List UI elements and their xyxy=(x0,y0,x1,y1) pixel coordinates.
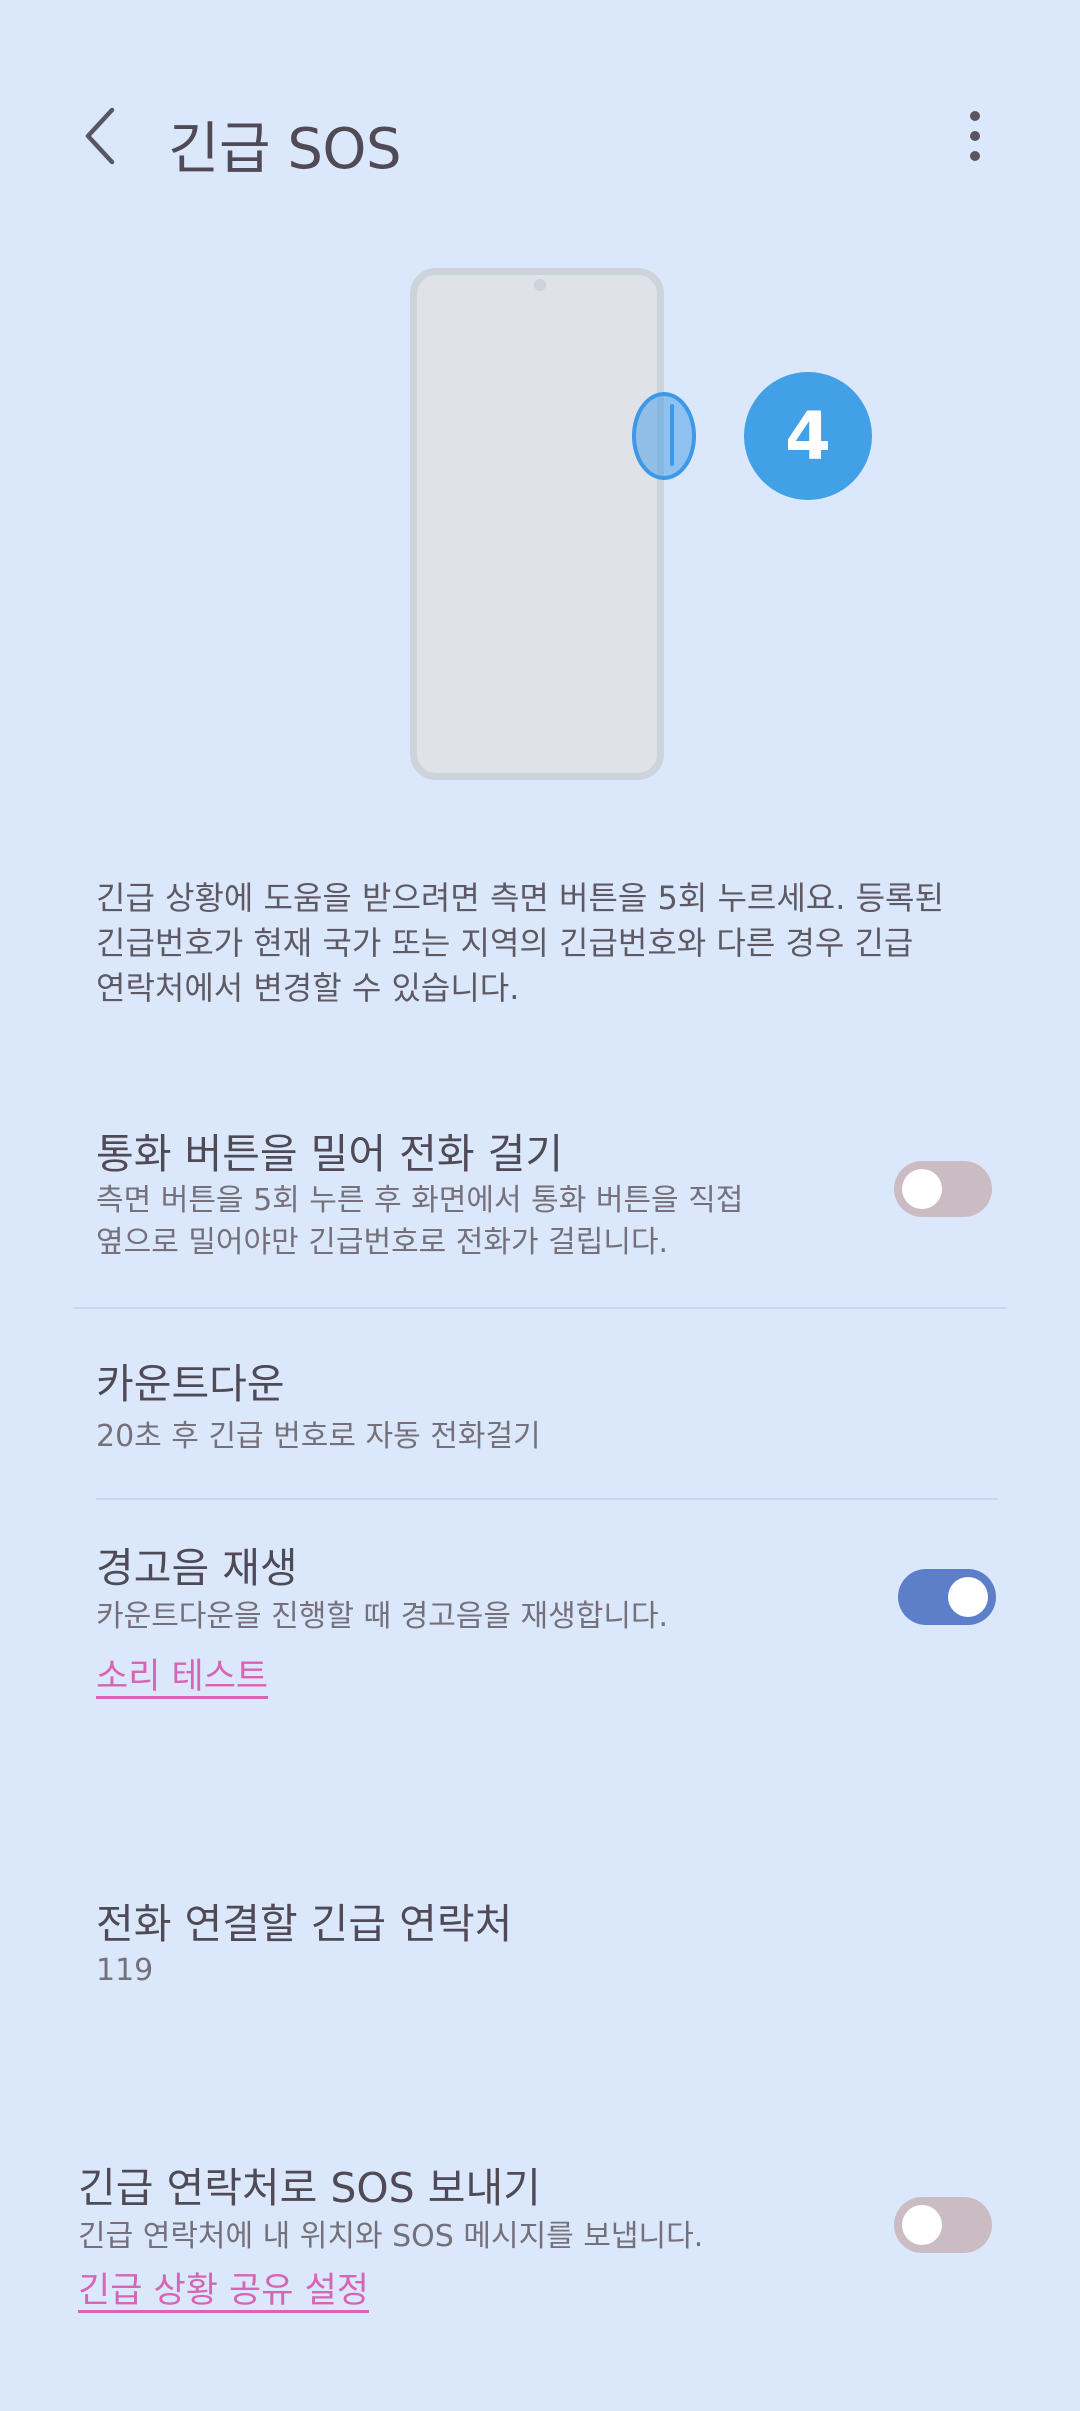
countdown-subtitle: 20초 후 긴급 번호로 자동 전화걸기 xyxy=(96,1419,541,1454)
back-button[interactable] xyxy=(70,98,130,174)
send-sos-subtitle: 긴급 연락처에 내 위치와 SOS 메시지를 보냅니다. xyxy=(78,2219,704,2254)
countdown-setting[interactable]: 카운트다운 20초 후 긴급 번호로 자동 전화걸기 xyxy=(0,1340,1080,1470)
alarm-sound-toggle[interactable] xyxy=(898,1569,996,1625)
swipe-call-title: 통화 버튼을 밀어 전화 걸기 xyxy=(96,1130,564,1178)
divider xyxy=(74,1307,1006,1309)
emergency-sharing-settings-link[interactable]: 긴급 상황 공유 설정 xyxy=(78,2262,369,2313)
page-title: 긴급 SOS xyxy=(168,117,402,182)
countdown-title: 카운트다운 xyxy=(96,1360,285,1408)
more-vertical-icon xyxy=(970,111,980,161)
emergency-number-setting[interactable]: 전화 연결할 긴급 연락처 119 xyxy=(0,1880,1080,2010)
press-count-badge: 4 xyxy=(744,372,872,500)
more-options-button[interactable] xyxy=(950,100,1000,172)
emergency-number-title: 전화 연결할 긴급 연락처 xyxy=(96,1900,513,1948)
sound-test-link[interactable]: 소리 테스트 xyxy=(96,1648,268,1699)
alarm-sound-subtitle: 카운트다운을 진행할 때 경고음을 재생합니다. xyxy=(96,1599,669,1634)
emergency-number-value: 119 xyxy=(96,1953,154,1988)
swipe-call-toggle[interactable] xyxy=(894,1161,992,1217)
swipe-call-subtitle: 측면 버튼을 5회 누른 후 화면에서 통화 버튼을 직접 옆으로 밀어야만 긴… xyxy=(96,1183,744,1260)
side-button-highlight xyxy=(632,392,696,480)
divider xyxy=(96,1498,998,1500)
send-sos-title: 긴급 연락처로 SOS 보내기 xyxy=(78,2164,541,2212)
alarm-sound-title: 경고음 재생 xyxy=(96,1544,298,1592)
sos-description: 긴급 상황에 도움을 받으려면 측면 버튼을 5회 누르세요. 등록된 긴급번호… xyxy=(96,879,944,1007)
phone-illustration xyxy=(410,268,664,780)
phone-camera xyxy=(534,279,546,291)
toggle-knob xyxy=(948,1577,988,1617)
toggle-knob xyxy=(902,2205,942,2245)
send-sos-toggle[interactable] xyxy=(894,2197,992,2253)
chevron-left-icon xyxy=(85,107,115,165)
toggle-knob xyxy=(902,1169,942,1209)
side-button-line xyxy=(670,404,674,466)
swipe-call-setting[interactable]: 통화 버튼을 밀어 전화 걸기 측면 버튼을 5회 누른 후 화면에서 통화 버… xyxy=(0,1110,1080,1300)
